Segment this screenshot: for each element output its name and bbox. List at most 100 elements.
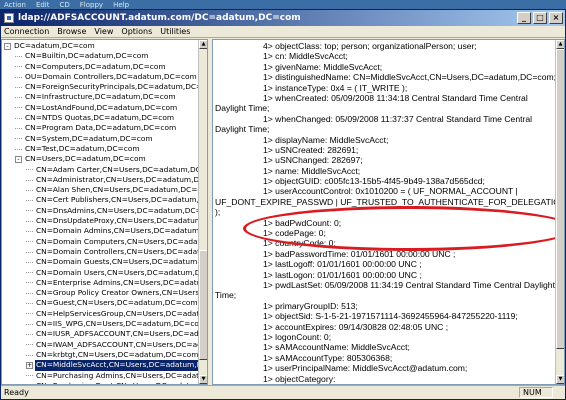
tree-item-label: CN=Adam Carter,CN=Users,DC=adatum,DC=com <box>36 164 198 174</box>
tree-item[interactable]: CN=Domain Users,CN=Users,DC=adatum,DC=co… <box>2 268 198 278</box>
tree-item[interactable]: CN=Guest,CN=Users,DC=adatum,DC=com <box>2 298 198 308</box>
tree-item-label: CN=Domain Admins,CN=Users,DC=adatum,DC=c… <box>36 226 198 236</box>
menu-bar: Connection Browse View Options Utilities <box>1 26 565 38</box>
tree-item[interactable]: CN=Domain Computers,CN=Users,DC=adatum,D… <box>2 237 198 247</box>
tree-item[interactable]: - DC=adatum,DC=com <box>2 41 198 51</box>
tree-item[interactable]: CN=System,DC=adatum,DC=com <box>2 134 198 144</box>
tree-item[interactable]: CN=LostAndFound,DC=adatum,DC=com <box>2 103 198 113</box>
expand-icon[interactable]: + <box>26 361 33 369</box>
tree-connector <box>26 333 33 335</box>
attribute-line: 1> userPrincipalName: MiddleSvcAcct@adat… <box>263 363 468 374</box>
collapse-icon[interactable]: - <box>4 42 11 50</box>
tree-item-label: CN=System,DC=adatum,DC=com <box>25 133 153 143</box>
tree-item[interactable]: CN=Infrastructure,DC=adatum,DC=com <box>2 92 198 102</box>
details-scrollbar[interactable]: ▲ ▼ <box>555 40 564 384</box>
tree-connector <box>26 200 33 202</box>
tree-item[interactable]: CN=Enterprise Admins,CN=Users,DC=adatum,… <box>2 278 198 288</box>
tree-item[interactable]: CN=Purchasing Dept,CN=Users,DC=adatum,DC… <box>2 381 198 384</box>
attribute-line: 1> whenChanged: 05/09/2008 11:37:37 Cent… <box>263 113 533 124</box>
tree-connector <box>26 169 33 171</box>
tree-connector <box>26 354 33 356</box>
attribute-line: UF_DONT_EXPIRE_PASSWD | UF_TRUSTED_TO_AU… <box>215 196 555 207</box>
tree-item[interactable]: CN=NTDS Quotas,DC=adatum,DC=com <box>2 113 198 123</box>
tree-item[interactable]: CN=krbtgt,CN=Users,DC=adatum,DC=com <box>2 350 198 360</box>
tree-item-label: CN=Computers,DC=adatum,DC=com <box>25 61 166 71</box>
tree-item[interactable]: CN=Test,DC=adatum,DC=com <box>2 144 198 154</box>
scroll-up-arrow-icon[interactable]: ▲ <box>199 40 207 49</box>
host-menu-item[interactable]: CD <box>60 1 70 9</box>
tree-item[interactable]: - CN=Users,DC=adatum,DC=com <box>2 154 198 164</box>
tree-item-label: CN=Domain Users,CN=Users,DC=adatum,DC=co… <box>36 267 198 277</box>
tree-connector <box>15 138 22 140</box>
tree-item-label: OU=Domain Controllers,DC=adatum,DC=com <box>25 71 197 81</box>
tree-scroll-thumb[interactable] <box>199 250 207 360</box>
tree-item[interactable]: CN=Domain Admins,CN=Users,DC=adatum,DC=c… <box>2 226 198 236</box>
maximize-button[interactable]: □ <box>533 12 547 24</box>
tree-connector <box>26 292 33 294</box>
attribute-line: 1> givenName: MiddleSvcAcct; <box>263 61 383 72</box>
menu-utilities[interactable]: Utilities <box>160 27 190 36</box>
main-panes: - DC=adatum,DC=com CN=Builtin,DC=adatum,DC… <box>1 39 565 385</box>
tree-item-label: CN=IUSR_ADFSACCOUNT,CN=Users,DC=adatum,D… <box>36 329 198 339</box>
tree-item[interactable]: +CN=MiddleSvcAcct,CN=Users,DC=adatum,DC=… <box>2 360 198 371</box>
tree-item[interactable]: CN=Program Data,DC=adatum,DC=com <box>2 123 198 133</box>
tree-item[interactable]: CN=Computers,DC=adatum,DC=com <box>2 62 198 72</box>
status-bar: Ready NUM <box>1 385 565 399</box>
tree-item[interactable]: CN=ForeignSecurityPrincipals,DC=adatum,D… <box>2 82 198 92</box>
tree-connector <box>26 282 33 284</box>
tree-item[interactable]: CN=Cert Publishers,CN=Users,DC=adatum,DC… <box>2 195 198 205</box>
tree-pane: - DC=adatum,DC=com CN=Builtin,DC=adatum,DC… <box>1 39 208 385</box>
tree-item-label: CN=DnsAdmins,CN=Users,DC=adatum,DC=com <box>36 205 198 215</box>
menu-view[interactable]: View <box>94 27 113 36</box>
scroll-down-arrow-icon[interactable]: ▼ <box>199 375 207 384</box>
attribute-line: 1> primaryGroupID: 513; <box>263 300 358 311</box>
tree-connector <box>15 86 22 88</box>
tree-item-label: CN=IIS_WPG,CN=Users,DC=adatum,DC=com <box>36 319 198 329</box>
tree-item[interactable]: CN=Alan Shen,CN=Users,DC=adatum,DC=com <box>2 185 198 195</box>
scroll-down-arrow-icon[interactable]: ▼ <box>556 375 564 384</box>
title-bar: ldap://ADFSACCOUNT.adatum.com/DC=adatum,… <box>1 10 565 26</box>
tree-connector <box>15 55 22 57</box>
tree-item[interactable]: CN=Builtin,DC=adatum,DC=com <box>2 51 198 61</box>
details-scroll-thumb[interactable] <box>556 49 564 349</box>
tree-scrollbar[interactable]: ▲ ▼ <box>198 40 207 384</box>
tree-item[interactable]: CN=Administrator,CN=Users,DC=adatum,DC=c… <box>2 175 198 185</box>
tree-item[interactable]: CN=DnsUpdateProxy,CN=Users,DC=adatum,DC=… <box>2 216 198 226</box>
menu-browse[interactable]: Browse <box>57 27 86 36</box>
tree-connector <box>26 375 33 377</box>
tree-connector <box>26 230 33 232</box>
tree-item[interactable]: OU=Domain Controllers,DC=adatum,DC=com <box>2 72 198 82</box>
tree-connector <box>26 189 33 191</box>
tree-item[interactable]: CN=Domain Controllers,CN=Users,DC=adatum… <box>2 247 198 257</box>
menu-connection[interactable]: Connection <box>4 27 49 36</box>
tree-item[interactable]: CN=IUSR_ADFSACCOUNT,CN=Users,DC=adatum,D… <box>2 329 198 339</box>
tree-item[interactable]: CN=Domain Guests,CN=Users,DC=adatum,DC=c… <box>2 257 198 267</box>
tree-connector <box>15 128 22 130</box>
tree-item[interactable]: CN=DnsAdmins,CN=Users,DC=adatum,DC=com <box>2 206 198 216</box>
tree-connector <box>15 107 22 109</box>
host-menu-item[interactable]: Help <box>113 1 129 9</box>
host-menu-item[interactable]: Floppy <box>80 1 103 9</box>
tree-item-label: CN=LostAndFound,DC=adatum,DC=com <box>25 102 178 112</box>
close-button[interactable]: × <box>549 12 563 24</box>
tree-item[interactable]: CN=IIS_WPG,CN=Users,DC=adatum,DC=com <box>2 319 198 329</box>
attribute-line: 1> uSNChanged: 282697; <box>263 155 363 166</box>
host-menu-item[interactable]: Edit <box>36 1 50 9</box>
host-menu-item[interactable]: Action <box>4 1 26 9</box>
tree-item[interactable]: CN=IWAM_ADFSACCOUNT,CN=Users,DC=adatum,D… <box>2 340 198 350</box>
minimize-button[interactable]: _ <box>517 12 531 24</box>
tree-item[interactable]: CN=Adam Carter,CN=Users,DC=adatum,DC=com <box>2 165 198 175</box>
tree-item[interactable]: CN=Purchasing Admins,CN=Users,DC=adatum,… <box>2 371 198 381</box>
attribute-line: 1> logonCount: 0; <box>263 331 332 342</box>
attribute-line: 1> countryCode: 0; <box>263 238 336 249</box>
tree-connector <box>15 76 22 78</box>
menu-options[interactable]: Options <box>121 27 152 36</box>
collapse-icon[interactable]: - <box>15 155 22 163</box>
details-text: 4> objectClass: top; person; organizatio… <box>213 40 555 384</box>
tree-item[interactable]: CN=Group Policy Creator Owners,CN=Users,… <box>2 288 198 298</box>
scroll-up-arrow-icon[interactable]: ▲ <box>556 40 564 49</box>
attribute-line: 1> codePage: 0; <box>263 228 326 239</box>
tree-item[interactable]: CN=HelpServicesGroup,CN=Users,DC=adatum,… <box>2 309 198 319</box>
attribute-line: 1> lastLogon: 01/01/1601 00:00:00 UNC ; <box>263 269 422 280</box>
tree-item-label: CN=ForeignSecurityPrincipals,DC=adatum,D… <box>25 82 198 92</box>
